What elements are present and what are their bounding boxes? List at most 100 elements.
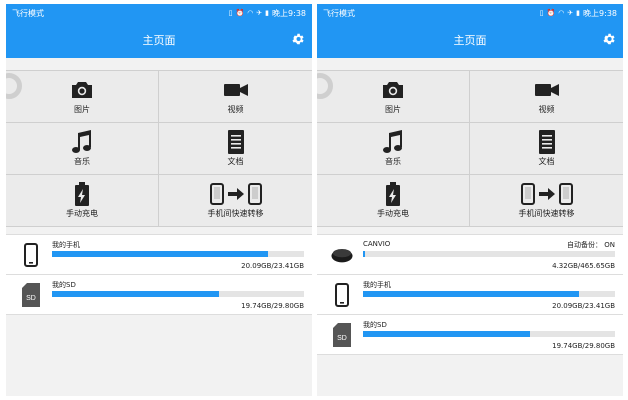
tile-documents[interactable]: 文档 — [470, 123, 623, 174]
storage-usage-bar — [52, 251, 304, 257]
music-note-icon — [72, 130, 91, 153]
page-title: 主页面 — [453, 34, 487, 47]
loading-ring — [6, 73, 22, 99]
tile-documents[interactable]: 文档 — [159, 123, 312, 174]
loading-ring — [317, 73, 333, 99]
battery-charge-icon — [75, 182, 89, 206]
storage-usage-fill — [52, 291, 219, 297]
storage-usage-fill — [363, 331, 530, 337]
gear-icon[interactable] — [291, 32, 305, 46]
storage-size: 4.32GB/465.65GB — [552, 262, 615, 270]
tile-pictures[interactable]: 图片 — [6, 71, 158, 122]
document-icon — [227, 130, 244, 154]
stage: 飞行模式 ▯ ⏰ ◠ ✈ ▮ 晚上9:38 主页面 图片 视频 音乐 文档 手动… — [0, 0, 628, 400]
auto-backup-status[interactable]: 自动备份： ON — [567, 240, 615, 250]
app-bar: 主页面 — [317, 22, 623, 58]
status-icons: ▯ ⏰ ◠ ✈ ▮ 晚上9:38 — [540, 8, 617, 19]
tile-label: 手动充电 — [377, 209, 409, 218]
tile-label: 音乐 — [385, 157, 401, 166]
music-note-icon — [383, 130, 402, 153]
clock: 晚上9:38 — [272, 8, 306, 18]
status-bar: 飞行模式 ▯ ⏰ ◠ ✈ ▮ 晚上9:38 — [317, 4, 623, 22]
storage-usage-fill — [363, 251, 366, 257]
phone-icon — [335, 283, 349, 307]
tile-pictures[interactable]: 图片 — [317, 71, 469, 122]
battery-icon: ▮ — [265, 9, 270, 17]
tile-label: 文档 — [227, 157, 244, 166]
battery-charge-icon — [386, 182, 400, 206]
airplane-mode-label: 飞行模式 — [12, 8, 44, 18]
phone-screen-right: 飞行模式 ▯ ⏰ ◠ ✈ ▮ 晚上9:38 主页面 图片 视频 音乐 文档 手动… — [317, 4, 623, 396]
battery-icon: ▮ — [576, 9, 581, 17]
page-title: 主页面 — [142, 34, 176, 47]
category-grid: 图片 视频 音乐 文档 手动充电 手机间快速转移 — [6, 70, 312, 227]
airplane-icon: ✈ — [567, 9, 574, 17]
tile-label: 视频 — [538, 105, 555, 114]
sd-card-icon-text: SD — [337, 335, 347, 342]
storage-size: 19.74GB/29.80GB — [552, 342, 615, 350]
storage-item-phone[interactable]: 我的手机 20.09GB/23.41GB — [317, 275, 623, 315]
tile-videos[interactable]: 视频 — [159, 71, 312, 122]
tile-label: 文档 — [538, 157, 555, 166]
airplane-icon: ✈ — [256, 9, 263, 17]
sd-card-icon: SD — [333, 323, 351, 347]
tile-label: 手机间快速转移 — [518, 209, 575, 218]
category-grid: 图片 视频 音乐 文档 手动充电 手机间快速转移 — [317, 70, 623, 227]
camera-icon — [72, 82, 92, 98]
phone-transfer-icon — [209, 183, 262, 205]
status-bar: 飞行模式 ▯ ⏰ ◠ ✈ ▮ 晚上9:38 — [6, 4, 312, 22]
vibrate-icon: ▯ — [228, 9, 233, 17]
tile-label: 图片 — [74, 105, 90, 114]
storage-list: 我的手机 20.09GB/23.41GB SD 我的SD 19.74GB/29.… — [6, 234, 312, 315]
external-drive-icon — [331, 249, 353, 263]
storage-usage-fill — [363, 291, 580, 297]
storage-usage-bar — [363, 251, 615, 257]
video-camera-icon — [223, 84, 248, 96]
storage-name: CANVIO — [363, 240, 391, 248]
airplane-mode-label: 飞行模式 — [323, 8, 355, 18]
tile-phone-transfer[interactable]: 手机间快速转移 — [470, 175, 623, 226]
app-bar: 主页面 — [6, 22, 312, 58]
alarm-icon: ⏰ — [235, 9, 245, 17]
status-icons: ▯ ⏰ ◠ ✈ ▮ 晚上9:38 — [229, 8, 306, 19]
sd-card-icon: SD — [22, 283, 40, 307]
tile-label: 图片 — [385, 105, 401, 114]
tile-manual-charge[interactable]: 手动充电 — [317, 175, 469, 226]
storage-item-sd[interactable]: SD 我的SD 19.74GB/29.80GB — [317, 315, 623, 355]
storage-item-sd[interactable]: SD 我的SD 19.74GB/29.80GB — [6, 275, 312, 315]
wifi-icon: ◠ — [247, 9, 254, 17]
storage-name: 我的SD — [52, 281, 76, 289]
storage-item-canvio[interactable]: CANVIO 自动备份： ON 4.32GB/465.65GB — [317, 235, 623, 275]
storage-item-phone[interactable]: 我的手机 20.09GB/23.41GB — [6, 235, 312, 275]
storage-usage-bar — [363, 331, 615, 337]
clock: 晚上9:38 — [583, 8, 617, 18]
wifi-icon: ◠ — [558, 9, 565, 17]
tile-music[interactable]: 音乐 — [6, 123, 158, 174]
storage-name: 我的手机 — [363, 281, 391, 289]
storage-usage-fill — [52, 251, 269, 257]
camera-icon — [383, 82, 403, 98]
storage-usage-bar — [363, 291, 615, 297]
storage-list: CANVIO 自动备份： ON 4.32GB/465.65GB 我的手机 20.… — [317, 234, 623, 355]
tile-label: 手动充电 — [66, 209, 98, 218]
storage-size: 20.09GB/23.41GB — [552, 302, 615, 310]
tile-phone-transfer[interactable]: 手机间快速转移 — [159, 175, 312, 226]
storage-name: 我的SD — [363, 321, 387, 329]
tile-label: 手机间快速转移 — [207, 209, 264, 218]
tile-music[interactable]: 音乐 — [317, 123, 469, 174]
video-camera-icon — [534, 84, 559, 96]
document-icon — [538, 130, 555, 154]
tile-label: 音乐 — [74, 157, 90, 166]
storage-size: 20.09GB/23.41GB — [241, 262, 304, 270]
gear-icon[interactable] — [602, 32, 616, 46]
tile-videos[interactable]: 视频 — [470, 71, 623, 122]
storage-name: 我的手机 — [52, 241, 80, 249]
storage-size: 19.74GB/29.80GB — [241, 302, 304, 310]
sd-card-icon-text: SD — [26, 295, 36, 302]
phone-screen-left: 飞行模式 ▯ ⏰ ◠ ✈ ▮ 晚上9:38 主页面 图片 视频 音乐 文档 手动… — [6, 4, 312, 396]
tile-label: 视频 — [227, 105, 244, 114]
phone-transfer-icon — [520, 183, 573, 205]
phone-icon — [24, 243, 38, 267]
storage-usage-bar — [52, 291, 304, 297]
tile-manual-charge[interactable]: 手动充电 — [6, 175, 158, 226]
